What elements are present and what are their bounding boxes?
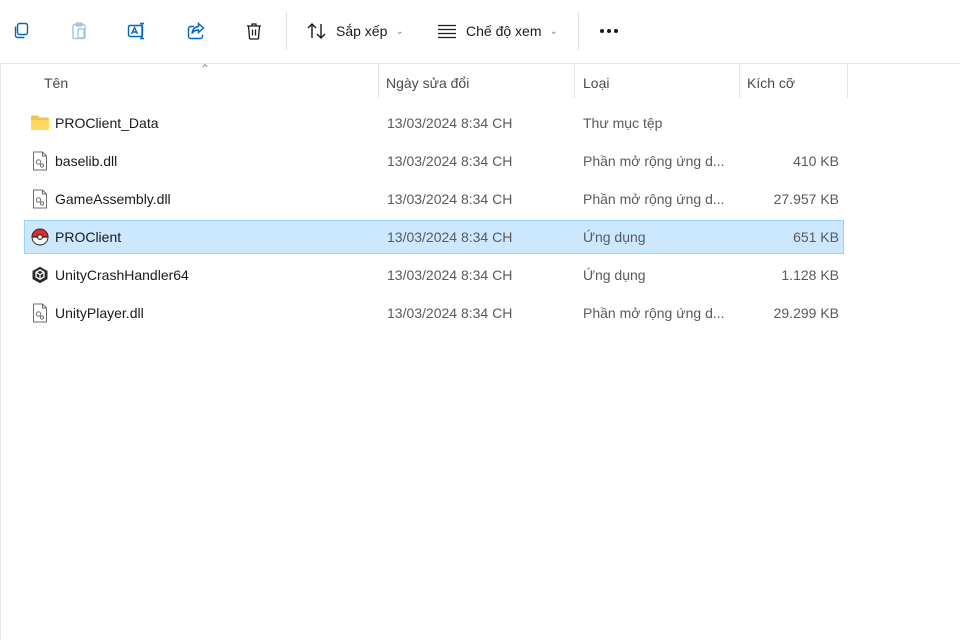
toolbar-separator	[578, 12, 579, 50]
dll-file-icon	[30, 303, 50, 323]
column-separator[interactable]	[739, 64, 740, 98]
file-row-unitycrashhandler[interactable]: UnityCrashHandler64 13/03/2024 8:34 CH Ứ…	[24, 258, 844, 292]
file-type: Phần mở rộng ứng d...	[583, 305, 725, 321]
file-date: 13/03/2024 8:34 CH	[387, 153, 513, 169]
column-size-header[interactable]: Kích cỡ	[747, 64, 795, 102]
column-separator[interactable]	[574, 64, 575, 98]
dll-file-icon	[30, 189, 50, 209]
file-date: 13/03/2024 8:34 CH	[387, 229, 513, 245]
delete-button[interactable]	[237, 14, 271, 48]
more-button[interactable]	[592, 14, 626, 48]
rename-button[interactable]	[120, 14, 154, 48]
column-header: ⌃ Tên Ngày sửa đổi Loại Kích cỡ	[0, 62, 960, 102]
file-row-unityplayer[interactable]: UnityPlayer.dll 13/03/2024 8:34 CH Phần …	[24, 296, 844, 330]
rename-icon	[127, 22, 144, 40]
more-icon	[600, 29, 618, 33]
chevron-down-icon: ⌄	[395, 25, 404, 37]
column-separator[interactable]	[378, 64, 379, 98]
file-name: UnityPlayer.dll	[55, 305, 144, 321]
file-type: Thư mục tệp	[583, 115, 663, 131]
folder-icon	[30, 113, 50, 133]
file-size: 1.128 KB	[781, 267, 839, 283]
column-type-label: Loại	[583, 75, 610, 91]
file-name: PROClient	[55, 229, 122, 245]
copy-icon	[14, 22, 29, 39]
file-row-gameassembly[interactable]: GameAssembly.dll 13/03/2024 8:34 CH Phần…	[24, 182, 844, 216]
column-separator[interactable]	[847, 64, 848, 98]
pane-divider	[0, 64, 1, 640]
sort-label: Sắp xếp	[336, 23, 388, 39]
column-type-header[interactable]: Loại	[583, 64, 609, 102]
column-size-label: Kích cỡ	[747, 75, 796, 91]
file-row-proclient-data[interactable]: PROClient_Data 13/03/2024 8:34 CH Thư mụ…	[24, 106, 844, 140]
sort-ascending-icon: ⌃	[200, 62, 211, 76]
paste-button[interactable]	[62, 14, 96, 48]
file-name: UnityCrashHandler64	[55, 267, 189, 283]
copy-button[interactable]	[4, 14, 38, 48]
file-row-baselib[interactable]: baselib.dll 13/03/2024 8:34 CH Phần mở r…	[24, 144, 844, 178]
column-date-label: Ngày sửa đổi	[386, 75, 470, 91]
file-size: 410 KB	[793, 153, 839, 169]
file-type: Ứng dụng	[583, 229, 646, 245]
file-date: 13/03/2024 8:34 CH	[387, 305, 513, 321]
column-name-label: Tên	[44, 75, 69, 91]
file-date: 13/03/2024 8:34 CH	[387, 191, 513, 207]
pokeball-app-icon	[30, 227, 50, 247]
dll-file-icon	[30, 151, 50, 171]
file-name: GameAssembly.dll	[55, 191, 171, 207]
sort-icon	[307, 23, 326, 39]
file-size: 27.957 KB	[773, 191, 839, 207]
share-button[interactable]	[179, 14, 213, 48]
toolbar-separator	[286, 12, 287, 50]
share-icon	[187, 21, 205, 40]
view-list-icon	[438, 24, 456, 39]
column-date-header[interactable]: Ngày sửa đổi	[386, 64, 469, 102]
file-row-proclient[interactable]: PROClient 13/03/2024 8:34 CH Ứng dụng 65…	[24, 220, 844, 254]
file-size: 29.299 KB	[773, 305, 839, 321]
unity-app-icon	[30, 265, 50, 285]
file-type: Ứng dụng	[583, 267, 646, 283]
view-label: Chế độ xem	[466, 23, 542, 39]
file-size: 651 KB	[793, 229, 839, 245]
paste-icon	[72, 22, 86, 40]
file-type: Phần mở rộng ứng d...	[583, 153, 725, 169]
file-type: Phần mở rộng ứng d...	[583, 191, 725, 207]
file-date: 13/03/2024 8:34 CH	[387, 115, 513, 131]
view-button[interactable]: Chế độ xem ⌄	[430, 14, 564, 48]
file-date: 13/03/2024 8:34 CH	[387, 267, 513, 283]
delete-icon	[247, 23, 261, 40]
column-name-header[interactable]: Tên	[44, 64, 68, 102]
chevron-down-icon: ⌄	[549, 25, 558, 37]
file-name: PROClient_Data	[55, 115, 159, 131]
file-name: baselib.dll	[55, 153, 118, 169]
sort-button[interactable]: Sắp xếp ⌄	[300, 14, 410, 48]
command-bar: Sắp xếp ⌄ Chế độ xem ⌄	[0, 0, 960, 64]
